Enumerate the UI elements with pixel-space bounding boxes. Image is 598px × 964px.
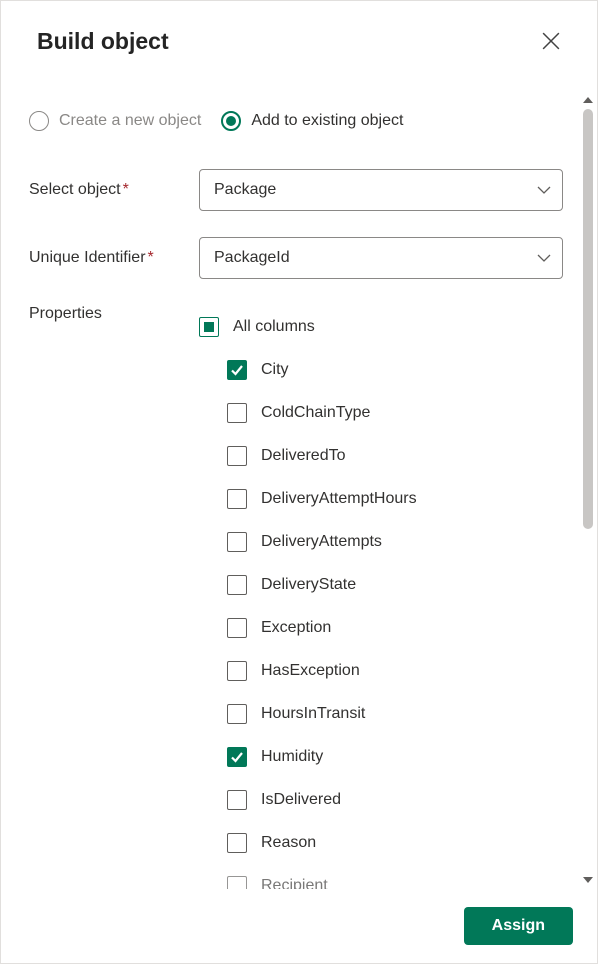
checkbox-label: Reason <box>261 834 316 852</box>
checkbox-label: Humidity <box>261 748 323 766</box>
close-icon <box>542 32 560 50</box>
checkbox-property[interactable]: DeliveryAttemptHours <box>227 477 563 520</box>
unique-identifier-label: Unique Identifier* <box>29 249 189 267</box>
checkbox-label: IsDelivered <box>261 791 341 809</box>
checkbox-icon <box>227 446 247 466</box>
scroll-area: Create a new object Add to existing obje… <box>1 91 579 889</box>
vertical-scrollbar[interactable] <box>579 91 597 889</box>
checkbox-property[interactable]: DeliveryState <box>227 563 563 606</box>
required-indicator: * <box>148 249 154 266</box>
checkbox-icon <box>227 704 247 724</box>
assign-button[interactable]: Assign <box>464 907 573 945</box>
checkbox-icon <box>227 403 247 423</box>
checkbox-icon <box>227 876 247 890</box>
radio-label: Add to existing object <box>251 112 403 130</box>
checkbox-property[interactable]: HasException <box>227 649 563 692</box>
checkbox-label: City <box>261 361 289 379</box>
radio-icon <box>29 111 49 131</box>
checkbox-property[interactable]: Recipient <box>227 864 563 889</box>
checkbox-property[interactable]: ColdChainType <box>227 391 563 434</box>
close-button[interactable] <box>535 25 567 57</box>
checkbox-icon <box>227 661 247 681</box>
radio-icon <box>221 111 241 131</box>
properties-label: Properties <box>29 305 189 323</box>
checkbox-icon <box>227 618 247 638</box>
scroll-up-arrow[interactable] <box>579 91 597 109</box>
select-object-label: Select object* <box>29 181 189 199</box>
checkbox-icon <box>199 317 219 337</box>
checkbox-icon <box>227 532 247 552</box>
checkbox-icon <box>227 489 247 509</box>
checkbox-icon <box>227 575 247 595</box>
checkbox-label: Recipient <box>261 877 328 890</box>
checkbox-label: DeliveryState <box>261 576 356 594</box>
checkbox-all-columns[interactable]: All columns <box>199 305 563 348</box>
checkbox-label: DeliveryAttempts <box>261 533 382 551</box>
checkbox-property[interactable]: DeliveredTo <box>227 434 563 477</box>
scroll-down-arrow[interactable] <box>579 871 597 889</box>
checkbox-checked-icon <box>227 360 247 380</box>
radio-create-new[interactable]: Create a new object <box>29 111 201 131</box>
required-indicator: * <box>123 181 129 198</box>
scroll-thumb[interactable] <box>583 109 593 529</box>
checkbox-checked-icon <box>227 747 247 767</box>
checkbox-label: HoursInTransit <box>261 705 365 723</box>
select-object-dropdown[interactable]: Package <box>199 169 563 211</box>
checkbox-label: Exception <box>261 619 331 637</box>
checkbox-label: All columns <box>233 318 315 336</box>
checkbox-icon <box>227 790 247 810</box>
radio-add-existing[interactable]: Add to existing object <box>221 111 403 131</box>
checkbox-label: DeliveryAttemptHours <box>261 490 417 508</box>
checkbox-label: ColdChainType <box>261 404 370 422</box>
checkbox-property[interactable]: Humidity <box>227 735 563 778</box>
checkbox-property[interactable]: HoursInTransit <box>227 692 563 735</box>
checkbox-label: HasException <box>261 662 360 680</box>
checkbox-property[interactable]: IsDelivered <box>227 778 563 821</box>
radio-label: Create a new object <box>59 112 201 130</box>
unique-identifier-dropdown[interactable]: PackageId <box>199 237 563 279</box>
properties-list: All columns City ColdChainType DeliveredTo… <box>199 305 563 889</box>
page-title: Build object <box>37 28 169 55</box>
checkbox-property[interactable]: City <box>227 348 563 391</box>
checkbox-icon <box>227 833 247 853</box>
checkbox-property[interactable]: Reason <box>227 821 563 864</box>
checkbox-label: DeliveredTo <box>261 447 345 465</box>
checkbox-property[interactable]: Exception <box>227 606 563 649</box>
checkbox-property[interactable]: DeliveryAttempts <box>227 520 563 563</box>
scroll-track[interactable] <box>583 109 593 871</box>
